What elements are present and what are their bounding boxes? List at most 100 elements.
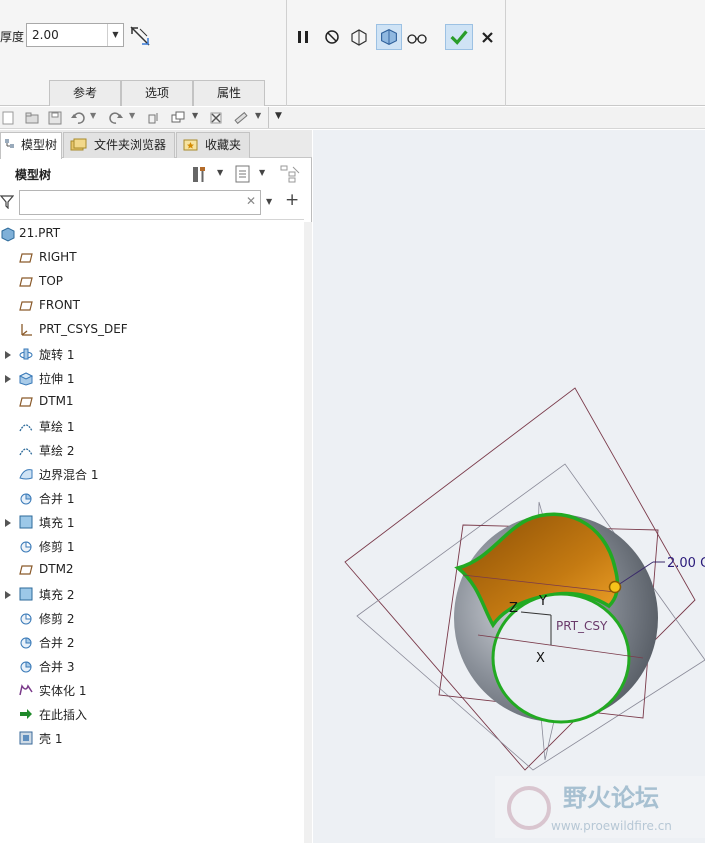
tree-item-label: 旋转 1 [39, 348, 75, 362]
settings-tools-icon[interactable] [190, 164, 210, 184]
part-icon [0, 226, 16, 242]
tree-item[interactable]: 壳 1 [0, 726, 304, 750]
chevron-down-icon[interactable]: ▼ [90, 111, 96, 120]
customize-toolbar-icon[interactable]: ▼ [275, 111, 282, 121]
trim-icon [18, 538, 34, 554]
add-plus-icon[interactable]: + [285, 190, 299, 210]
datum-plane-icon [18, 274, 34, 290]
merge-icon [18, 658, 34, 674]
chevron-down-icon[interactable]: ▼ [107, 24, 123, 46]
thickness-dimension[interactable]: 2.00 C [667, 556, 705, 571]
undo-icon[interactable] [70, 110, 86, 126]
tree-item[interactable]: 填充 2 [0, 582, 304, 606]
tree-item[interactable]: 边界混合 1 [0, 462, 304, 486]
tree-search-input[interactable] [19, 190, 261, 215]
tab-properties[interactable]: 属性 [193, 80, 265, 106]
trim-icon [18, 610, 34, 626]
pause-icon[interactable] [292, 26, 314, 48]
tree-item[interactable]: TOP [0, 270, 304, 294]
expand-arrow-icon[interactable] [4, 373, 12, 383]
tree-item[interactable]: 合并 2 [0, 630, 304, 654]
tree-item[interactable]: 实体化 1 [0, 678, 304, 702]
thickness-label: 厚度 [0, 30, 25, 44]
tree-item[interactable]: DTM1 [0, 390, 304, 414]
tab-folder-browser[interactable]: 文件夹浏览器 [63, 132, 175, 158]
tree-item[interactable]: PRT_CSYS_DEF [0, 318, 304, 342]
clear-search-icon[interactable]: ✕ [246, 194, 256, 208]
model-tree-header: 模型树 ▼ ▼ [0, 160, 310, 188]
verify-glasses-icon[interactable] [406, 26, 428, 48]
tree-scrollbar[interactable] [304, 222, 312, 843]
tab-references[interactable]: 参考 [49, 80, 121, 106]
expand-arrow-icon[interactable] [4, 517, 12, 527]
model-tree-title: 模型树 [15, 168, 52, 182]
tree-columns-icon[interactable] [279, 164, 301, 184]
tree-item[interactable]: 旋转 1 [0, 342, 304, 366]
sketch-icon [18, 442, 34, 458]
solidify-icon [18, 682, 34, 698]
merge-icon [18, 634, 34, 650]
thickness-value: 2.00 [32, 28, 59, 42]
tree-item-label: 合并 1 [39, 492, 75, 506]
expand-arrow-icon[interactable] [4, 349, 12, 359]
tree-item-label: 拉伸 1 [39, 372, 75, 386]
tree-item[interactable]: RIGHT [0, 246, 304, 270]
tree-item-label: 边界混合 1 [39, 468, 99, 482]
expand-arrow-icon[interactable] [4, 589, 12, 599]
filter-funnel-icon[interactable] [0, 195, 14, 209]
chevron-down-icon[interactable]: ▼ [266, 197, 272, 206]
new-file-icon[interactable] [0, 110, 16, 126]
tree-item[interactable]: 填充 1 [0, 510, 304, 534]
measure-ruler-icon[interactable] [233, 110, 249, 126]
tree-item[interactable]: 拉伸 1 [0, 366, 304, 390]
tree-item[interactable]: 草绘 1 [0, 414, 304, 438]
chevron-down-icon[interactable]: ▼ [255, 111, 261, 120]
chevron-down-icon[interactable]: ▼ [129, 111, 135, 120]
save-icon[interactable] [47, 110, 63, 126]
show-list-icon[interactable] [233, 164, 253, 184]
redo-icon[interactable] [108, 110, 124, 126]
tree-item-label: 合并 3 [39, 660, 75, 674]
merge-icon [18, 490, 34, 506]
confirm-checkmark-icon[interactable] [445, 24, 473, 50]
tree-item[interactable]: 修剪 2 [0, 606, 304, 630]
flip-direction-icon[interactable] [128, 24, 152, 48]
tree-filter-row: ✕ ▼ + [0, 188, 310, 218]
thickness-input[interactable]: 2.00 ▼ [26, 23, 124, 47]
axis-y-label: Y [538, 594, 547, 609]
chevron-down-icon[interactable]: ▼ [217, 168, 223, 177]
tree-item[interactable]: 修剪 1 [0, 534, 304, 558]
open-folder-icon[interactable] [24, 110, 40, 126]
tree-item[interactable]: 21.PRT [0, 222, 304, 246]
csys-icon [18, 322, 34, 338]
graphics-viewport[interactable]: Z Y X PRT_CSY 2.00 C 野火论坛 www.proewildfi… [313, 130, 705, 843]
tree-item-label: TOP [39, 274, 64, 288]
tab-model-tree[interactable]: 模型树 [0, 132, 62, 159]
watermark-title: 野火论坛 [563, 784, 659, 812]
ribbon-divider [286, 0, 287, 106]
windows-icon[interactable] [170, 110, 186, 126]
tab-label: 收藏夹 [205, 138, 242, 152]
drag-handle[interactable] [608, 580, 622, 594]
geometry-preview-icon[interactable] [348, 26, 370, 48]
tree-item[interactable]: FRONT [0, 294, 304, 318]
tab-favorites[interactable]: 收藏夹 [176, 132, 250, 158]
tree-item[interactable]: 在此插入 [0, 702, 304, 726]
close-window-icon[interactable] [208, 110, 224, 126]
regenerate-icon[interactable] [146, 110, 162, 126]
tree-item[interactable]: 合并 1 [0, 486, 304, 510]
chevron-down-icon[interactable]: ▼ [192, 111, 198, 120]
datum-plane-icon [18, 250, 34, 266]
cancel-close-icon[interactable] [477, 26, 499, 48]
tree-item-label: 21.PRT [19, 226, 61, 240]
tree-item[interactable]: 草绘 2 [0, 438, 304, 462]
tree-item[interactable]: DTM2 [0, 558, 304, 582]
axis-x-label: X [536, 651, 545, 666]
tab-options[interactable]: 选项 [121, 80, 193, 106]
tree-item-label: PRT_CSYS_DEF [39, 322, 128, 336]
feature-preview-icon[interactable] [376, 24, 402, 50]
tree-item[interactable]: 合并 3 [0, 654, 304, 678]
no-preview-icon[interactable] [321, 26, 343, 48]
chevron-down-icon[interactable]: ▼ [259, 168, 265, 177]
model-graphics[interactable]: Z Y X PRT_CSY 2.00 C 野火论坛 www.proewildfi… [313, 130, 705, 843]
